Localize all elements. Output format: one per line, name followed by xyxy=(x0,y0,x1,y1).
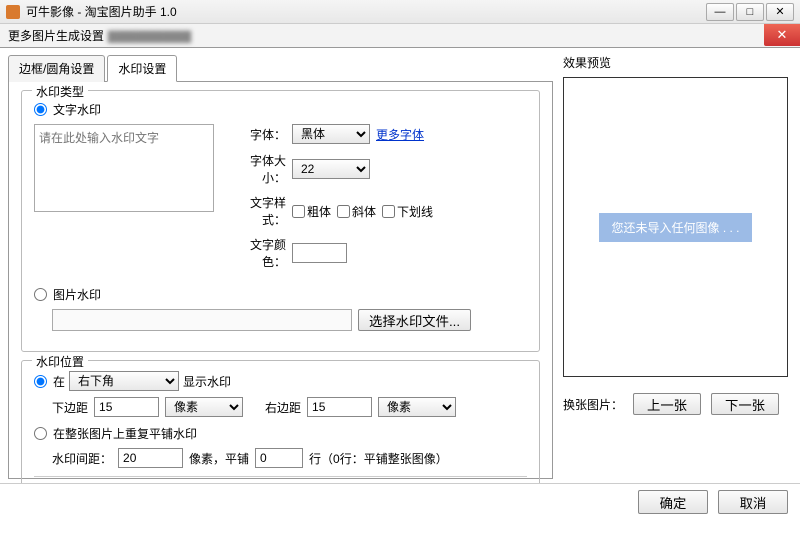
select-position[interactable]: 右下角 xyxy=(69,371,179,391)
radio-image-label: 图片水印 xyxy=(53,286,101,303)
titlebar: 可牛影像 - 淘宝图片助手 1.0 — □ ✕ xyxy=(0,0,800,24)
checkbox-underline[interactable] xyxy=(382,205,395,218)
color-picker[interactable] xyxy=(292,243,347,263)
label-text-color: 文字颜色： xyxy=(228,236,286,270)
label-rows-hint: 行（0行：平铺整张图像） xyxy=(309,450,448,467)
app-icon xyxy=(6,5,20,19)
label-text-style: 文字样式： xyxy=(228,194,286,228)
select-right-unit[interactable]: 像素 xyxy=(378,397,456,417)
preview-title: 效果预览 xyxy=(563,54,792,71)
image-path-field[interactable] xyxy=(52,309,352,331)
label-font-size: 字体大小： xyxy=(228,152,286,186)
group-watermark-type: 水印类型 文字水印 字体： 黑体 更多字体 字体大小： 22 xyxy=(21,90,540,352)
checkbox-italic[interactable] xyxy=(337,205,350,218)
radio-tile[interactable] xyxy=(34,427,47,440)
group-title-position: 水印位置 xyxy=(32,353,88,370)
button-cancel[interactable]: 取消 xyxy=(718,490,788,514)
label-show: 显示水印 xyxy=(183,373,231,390)
button-prev-image[interactable]: 上一张 xyxy=(633,393,701,415)
input-rows[interactable] xyxy=(255,448,303,468)
label-font: 字体： xyxy=(228,126,286,143)
preview-box: 您还未导入任何图像 . . . xyxy=(563,77,788,377)
label-bottom-margin: 下边距 xyxy=(52,399,88,416)
dialog-close-button[interactable]: ✕ xyxy=(764,24,800,46)
button-select-file[interactable]: 选择水印文件... xyxy=(358,309,471,331)
sub-header: 更多图片生成设置 ▇▇▇▇▇▇▇▇▇ ✕ xyxy=(0,24,800,48)
preview-message: 您还未导入任何图像 . . . xyxy=(599,213,751,242)
select-font-size[interactable]: 22 xyxy=(292,159,370,179)
radio-text-watermark[interactable] xyxy=(34,103,47,116)
close-button[interactable]: ✕ xyxy=(766,3,794,21)
select-font[interactable]: 黑体 xyxy=(292,124,370,144)
label-spacing: 水印间距： xyxy=(52,450,112,467)
label-pixel-tile: 像素，平铺 xyxy=(189,450,249,467)
maximize-button[interactable]: □ xyxy=(736,3,764,21)
button-ok[interactable]: 确定 xyxy=(638,490,708,514)
label-at: 在 xyxy=(53,373,65,390)
window-title: 可牛影像 - 淘宝图片助手 1.0 xyxy=(26,3,706,20)
tab-border-radius[interactable]: 边框/圆角设置 xyxy=(8,55,105,82)
tabs: 边框/圆角设置 水印设置 xyxy=(8,54,553,82)
radio-text-label: 文字水印 xyxy=(53,101,101,118)
input-bottom-margin[interactable] xyxy=(94,397,159,417)
link-more-fonts[interactable]: 更多字体 xyxy=(376,126,424,143)
group-title-type: 水印类型 xyxy=(32,83,88,100)
button-next-image[interactable]: 下一张 xyxy=(711,393,779,415)
label-switch-image: 换张图片： xyxy=(563,396,623,413)
label-right-margin: 右边距 xyxy=(265,399,301,416)
subheader-label: 更多图片生成设置 xyxy=(8,27,104,44)
select-bottom-unit[interactable]: 像素 xyxy=(165,397,243,417)
input-spacing[interactable] xyxy=(118,448,183,468)
radio-image-watermark[interactable] xyxy=(34,288,47,301)
watermark-text-input[interactable] xyxy=(34,124,214,212)
subheader-blur: ▇▇▇▇▇▇▇▇▇ xyxy=(108,29,191,43)
tab-watermark[interactable]: 水印设置 xyxy=(107,55,177,82)
checkbox-bold[interactable] xyxy=(292,205,305,218)
radio-position-at[interactable] xyxy=(34,375,47,388)
dialog-footer: 确定 取消 xyxy=(0,483,800,533)
label-tile: 在整张图片上重复平铺水印 xyxy=(53,425,197,442)
minimize-button[interactable]: — xyxy=(706,3,734,21)
input-right-margin[interactable] xyxy=(307,397,372,417)
